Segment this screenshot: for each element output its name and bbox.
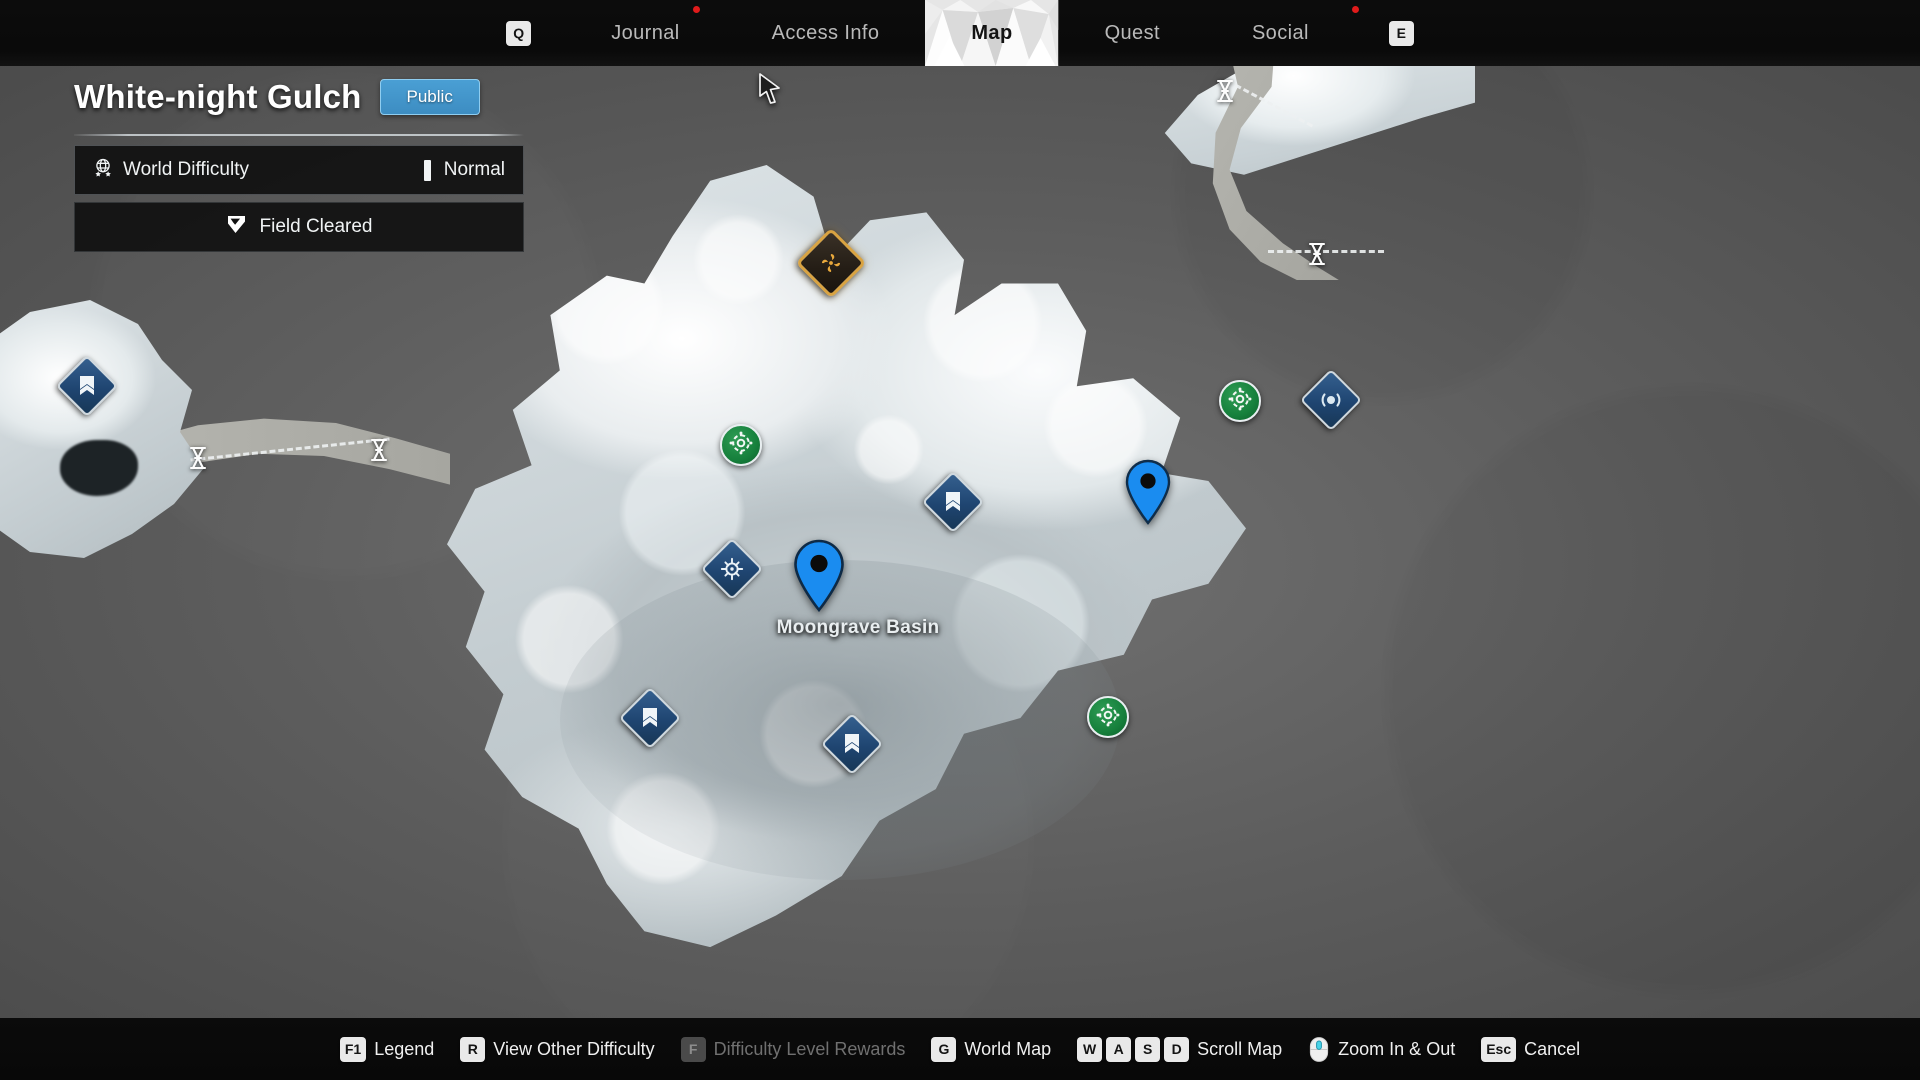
top-navigation-bar: Q Journal Access Info Map Quest Social E: [0, 0, 1920, 66]
difficulty-value-group: Normal: [423, 159, 505, 181]
fast-travel-marker[interactable]: [1219, 380, 1261, 422]
bookmark-marker[interactable]: [618, 686, 694, 762]
bookmark-marker[interactable]: [921, 470, 997, 546]
location-pin[interactable]: [1122, 459, 1174, 530]
key-esc: Esc: [1481, 1036, 1517, 1062]
nav-tab-list: Q Journal Access Info Map Quest Social E: [472, 0, 1448, 66]
waypoint-ring-icon: [1095, 702, 1121, 733]
compass-marker[interactable]: [700, 537, 776, 613]
hint-label: Legend: [374, 1038, 435, 1059]
location-pin-selected[interactable]: [790, 539, 848, 617]
hint-label: Difficulty Level Rewards: [713, 1038, 906, 1059]
difficulty-level-indicator: [423, 159, 431, 181]
gate-icon: [368, 437, 390, 463]
hint-zoom[interactable]: Zoom In & Out: [1308, 1036, 1455, 1063]
hint-world-map[interactable]: G World Map: [931, 1036, 1052, 1062]
region-info-panel: White-night Gulch Public World Difficult…: [74, 78, 524, 252]
bookmark-icon: [842, 733, 862, 755]
hint-keys: W A S D: [1077, 1036, 1190, 1062]
waypoint-circle: [1087, 696, 1129, 738]
hint-difficulty-level-rewards: F Difficulty Level Rewards: [680, 1036, 906, 1062]
field-cleared-row: Field Cleared: [74, 202, 524, 252]
hint-label: View Other Difficulty: [493, 1038, 655, 1059]
panel-divider: [74, 134, 524, 136]
notification-dot: [692, 6, 700, 13]
checkmark-icon: [226, 214, 247, 241]
gate-icon: [187, 445, 209, 471]
hint-cancel[interactable]: Esc Cancel: [1481, 1036, 1581, 1062]
key-a: A: [1106, 1036, 1132, 1062]
hint-view-other-difficulty[interactable]: R View Other Difficulty: [460, 1036, 655, 1062]
visibility-badge[interactable]: Public: [379, 79, 480, 115]
region-title-row: White-night Gulch Public: [74, 78, 524, 116]
key-f1: F1: [339, 1036, 367, 1062]
waypoint-ring-icon: [1227, 386, 1253, 417]
fast-travel-marker[interactable]: [1087, 696, 1129, 738]
beacon-marker[interactable]: [1299, 368, 1375, 444]
tab-social[interactable]: Social: [1206, 0, 1359, 66]
key-g: G: [931, 1036, 957, 1062]
difficulty-label: World Difficulty: [123, 159, 249, 180]
difficulty-label-group: World Difficulty: [93, 157, 249, 184]
key-r: R: [460, 1036, 486, 1062]
mouse-cursor: [757, 72, 783, 106]
tab-label: Social: [1251, 21, 1309, 44]
hint-list: F1 Legend R View Other Difficulty F Diff…: [339, 1036, 1581, 1063]
bookmark-marker[interactable]: [55, 354, 131, 430]
boss-emblem-icon: [818, 250, 844, 276]
key-f: F: [680, 1036, 706, 1062]
key-s: S: [1135, 1036, 1161, 1062]
tab-quest[interactable]: Quest: [1059, 0, 1206, 66]
bookmark-icon: [640, 707, 660, 729]
world-difficulty-row[interactable]: World Difficulty Normal: [74, 145, 524, 195]
tab-label: Access Info: [771, 21, 880, 44]
cleared-group: Field Cleared: [226, 214, 373, 241]
compass-rosette-icon: [720, 557, 744, 581]
tab-access-info[interactable]: Access Info: [726, 0, 926, 66]
prev-tab-key[interactable]: Q: [506, 20, 532, 46]
waypoint-circle: [1219, 380, 1261, 422]
bookmark-icon: [77, 375, 97, 397]
hint-keys: G: [931, 1036, 957, 1062]
key-w: W: [1077, 1036, 1103, 1062]
hint-scroll-map[interactable]: W A S D Scroll Map: [1077, 1036, 1283, 1062]
region-label: Moongrave Basin: [776, 617, 940, 638]
hint-label: Zoom In & Out: [1338, 1038, 1456, 1059]
key-d: D: [1164, 1036, 1190, 1062]
waypoint-circle: [720, 424, 762, 466]
gate-icon: [1214, 78, 1236, 104]
hint-keys: F1: [339, 1036, 367, 1062]
mouse-wheel-icon: [1308, 1036, 1330, 1063]
notification-dot: [1351, 6, 1359, 13]
bookmark-icon: [943, 491, 963, 513]
waypoint-ring-icon: [728, 430, 754, 461]
page-title: White-night Gulch: [74, 78, 362, 115]
globe-star-icon: [93, 157, 114, 184]
hint-label: Cancel: [1524, 1038, 1581, 1059]
bottom-hint-bar: F1 Legend R View Other Difficulty F Diff…: [0, 1018, 1920, 1080]
hint-legend[interactable]: F1 Legend: [339, 1036, 435, 1062]
tab-map[interactable]: Map: [925, 0, 1059, 66]
hint-label: Scroll Map: [1197, 1038, 1283, 1059]
hint-keys: Esc: [1481, 1036, 1517, 1062]
difficulty-value: Normal: [443, 159, 505, 180]
bookmark-marker[interactable]: [820, 712, 896, 788]
tab-label: Map: [971, 21, 1013, 44]
gate-icon: [1306, 241, 1328, 267]
hint-label: World Map: [964, 1038, 1052, 1059]
boss-marker[interactable]: [795, 227, 881, 313]
tab-label: Journal: [611, 21, 680, 44]
hint-keys: R: [460, 1036, 486, 1062]
tab-journal[interactable]: Journal: [565, 0, 725, 66]
next-tab-key[interactable]: E: [1388, 20, 1414, 46]
game-map-screen: Moongrave Basin Q Journal Access Info Ma…: [0, 0, 1920, 1080]
tab-label: Quest: [1104, 21, 1160, 44]
signal-beacon-icon: [1319, 389, 1343, 411]
fast-travel-marker[interactable]: [720, 424, 762, 466]
cleared-label: Field Cleared: [259, 216, 373, 237]
hint-keys: F: [680, 1036, 706, 1062]
